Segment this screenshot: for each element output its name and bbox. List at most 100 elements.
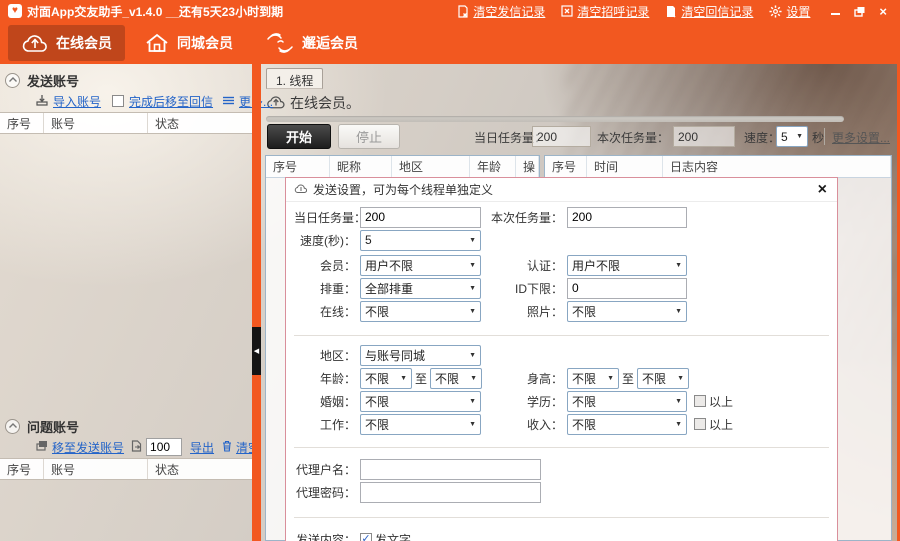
proxy-user-input[interactable]: [360, 458, 541, 480]
age-to-select[interactable]: 不限 ▼: [430, 367, 483, 389]
export-page-icon: [131, 439, 142, 455]
height-to-select[interactable]: 不限 ▼: [637, 367, 690, 389]
minimize-button[interactable]: [830, 6, 841, 17]
sidebar: 发送账号 导入账号 ✓ 完成后移至回信 更多... 序号 账号: [0, 64, 273, 541]
photo-select[interactable]: 不限 ▼: [567, 300, 687, 322]
chevron-down-icon: ▼: [469, 284, 476, 292]
trash-icon: [222, 440, 232, 455]
dialog-speed-select[interactable]: 5 ▼: [360, 229, 481, 251]
send-accounts-table-header: 序号 账号 状态: [0, 112, 252, 134]
import-accounts-link[interactable]: 导入账号: [53, 93, 101, 110]
dialog-close-button[interactable]: ×: [816, 181, 829, 198]
photo-label: 照片：: [526, 304, 563, 319]
chevron-down-icon: ▼: [469, 397, 476, 405]
column-header: 状态: [155, 462, 180, 477]
column-header: 序号: [0, 113, 44, 133]
start-button[interactable]: 开始: [267, 124, 331, 149]
send-text-checkbox[interactable]: ✓: [360, 533, 372, 541]
region-select[interactable]: 与账号同城 ▼: [360, 344, 481, 366]
titlebar-actions: 清空发信记录 清空招呼记录 清空回信记录 设置: [457, 3, 810, 20]
restore-button[interactable]: [854, 6, 866, 17]
dedupe-select[interactable]: 全部排重 ▼: [360, 277, 481, 299]
move-accounts-icon: [36, 440, 48, 454]
speed-select[interactable]: 5 ▼: [776, 126, 808, 147]
dialog-batch-task-input[interactable]: [567, 206, 687, 228]
more-settings-link[interactable]: 更多设置...: [832, 129, 890, 146]
online-label: 在线：: [319, 304, 356, 319]
dedupe-label: 排重：: [319, 281, 356, 296]
export-count-input[interactable]: [146, 438, 183, 456]
settings-button[interactable]: 设置: [769, 3, 810, 20]
close-button[interactable]: ×: [879, 5, 887, 18]
clear-reply-records-button[interactable]: 清空回信记录: [665, 3, 753, 20]
income-select[interactable]: 不限 ▼: [567, 413, 687, 435]
column-header: 账号: [44, 113, 148, 133]
height-label: 身高：: [526, 371, 563, 386]
collapse-problem-panel-button[interactable]: [5, 418, 20, 434]
move-to-reply-checkbox[interactable]: ✓: [112, 95, 125, 107]
chevron-down-icon: ▼: [677, 374, 685, 382]
auth-select[interactable]: 用户不限 ▼: [567, 254, 687, 276]
above-label: 以上: [709, 394, 734, 409]
move-to-reply-link[interactable]: 完成后移至回信: [129, 93, 213, 110]
tab-encounter-members[interactable]: 邂逅会员: [252, 25, 371, 61]
member-select[interactable]: 用户不限 ▼: [360, 254, 481, 276]
region-label: 地区：: [319, 348, 356, 363]
clear-greeting-records-button[interactable]: 清空招呼记录: [561, 3, 649, 20]
id-floor-input[interactable]: [567, 277, 687, 299]
move-to-send-accounts-link[interactable]: 移至发送账号: [52, 439, 124, 456]
income-above-checkbox[interactable]: ✓: [694, 418, 706, 430]
height-from-select[interactable]: 不限 ▼: [567, 367, 619, 389]
toolbar-divider: [824, 128, 825, 145]
collapse-left-icon: ◀: [253, 348, 260, 355]
education-select[interactable]: 不限 ▼: [567, 390, 687, 412]
collapse-send-panel-button[interactable]: [5, 72, 20, 88]
chevron-down-icon: ▼: [469, 261, 476, 269]
range-to-label: 至: [622, 371, 635, 386]
thread-tab[interactable]: 1. 线程: [266, 68, 324, 89]
dialog-title: 发送设置，可为每个线程单独定义: [313, 183, 494, 197]
stop-button[interactable]: 停止: [338, 124, 400, 149]
column-header: 账号: [44, 459, 148, 479]
tab-label: 同城会员: [177, 35, 233, 51]
chevron-down-icon: ▼: [469, 351, 476, 359]
chevron-down-icon: ▼: [470, 374, 478, 382]
column-header: 时间: [587, 156, 663, 177]
online-select[interactable]: 不限 ▼: [360, 300, 481, 322]
box-clear-icon: [561, 5, 573, 17]
problem-panel-title: 问题账号: [27, 419, 80, 435]
proxy-pass-input[interactable]: [360, 481, 541, 503]
chevron-down-icon: ▼: [469, 307, 476, 315]
chevron-down-icon: ▼: [796, 133, 803, 140]
divider: [294, 517, 829, 518]
clear-send-records-button[interactable]: 清空发信记录: [457, 3, 545, 20]
education-above-checkbox[interactable]: ✓: [694, 395, 706, 407]
member-table-header: 序号 昵称 地区 年龄 操: [266, 156, 539, 178]
tab-city-members[interactable]: 同城会员: [131, 25, 246, 61]
daily-task-input[interactable]: [532, 126, 591, 147]
section-title: 在线会员。: [266, 93, 360, 113]
age-from-select[interactable]: 不限 ▼: [360, 367, 412, 389]
marriage-select[interactable]: 不限 ▼: [360, 390, 481, 412]
tab-online-members[interactable]: 在线会员: [8, 25, 125, 61]
collapse-sidebar-handle[interactable]: ◀: [252, 327, 261, 375]
column-header: 地区: [392, 156, 470, 177]
gear-icon: [769, 4, 782, 18]
import-icon: [36, 94, 48, 109]
chevron-down-icon: ▼: [675, 261, 682, 269]
job-label: 工作：: [319, 417, 356, 432]
batch-task-label: 本次任务量：: [490, 210, 563, 225]
tab-label: 邂逅会员: [302, 35, 358, 51]
hands-icon: [265, 31, 295, 55]
export-link[interactable]: 导出: [190, 439, 214, 456]
job-select[interactable]: 不限 ▼: [360, 413, 481, 435]
marriage-label: 婚姻：: [319, 394, 356, 409]
auth-label: 认证：: [526, 258, 563, 273]
doc-clear-icon: [457, 4, 469, 18]
age-label: 年龄：: [319, 371, 356, 386]
member-label: 会员：: [319, 258, 356, 273]
batch-task-input[interactable]: [673, 126, 735, 147]
speed-unit: 秒: [812, 131, 825, 145]
column-header: 昵称: [330, 156, 392, 177]
dialog-daily-task-input[interactable]: [360, 206, 481, 228]
